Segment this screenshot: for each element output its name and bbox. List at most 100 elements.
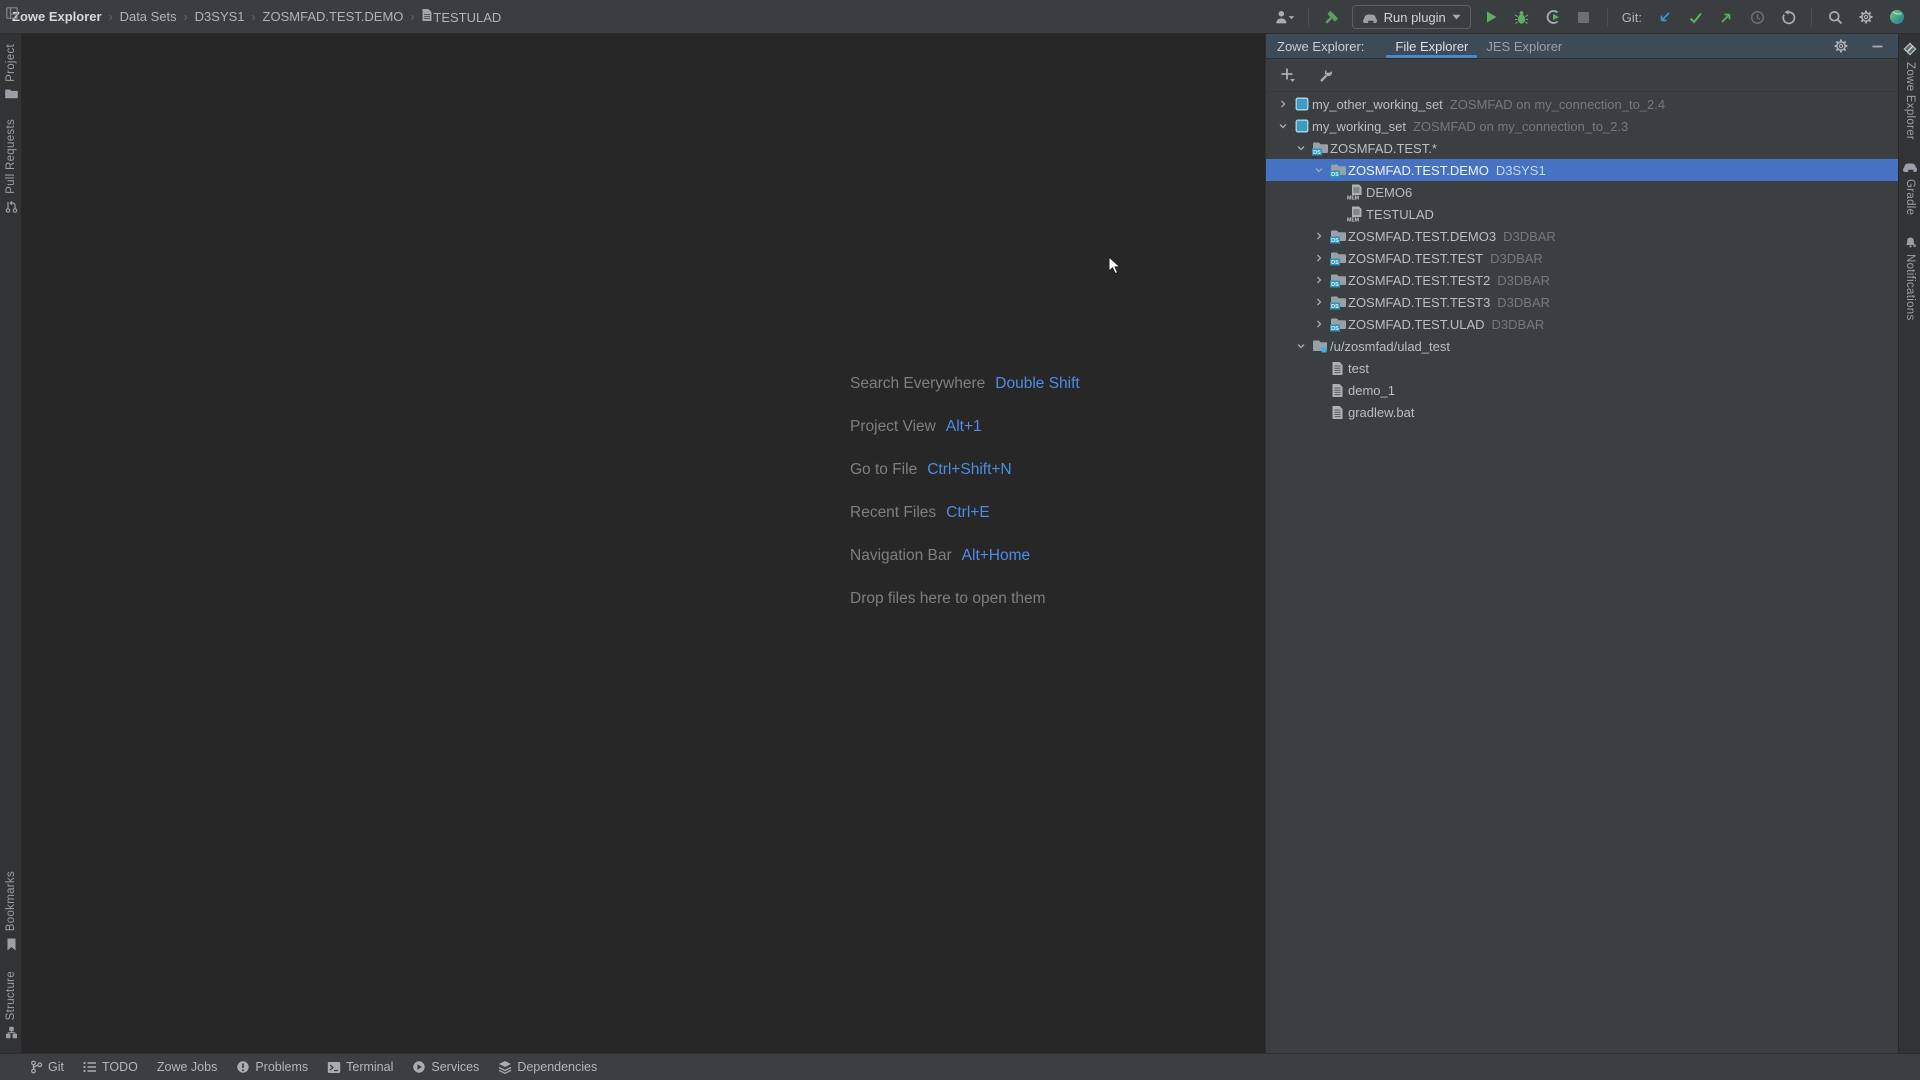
tree-expand-toggle[interactable] xyxy=(1310,230,1327,242)
tree-expand-toggle[interactable] xyxy=(1310,252,1327,264)
toolwindow-title: Zowe Explorer: xyxy=(1277,39,1364,54)
zowe-explorer-panel: Zowe Explorer: File ExplorerJES Explorer… xyxy=(1265,34,1898,1053)
tree-node-zosmfad.test.test[interactable]: DSZOSMFAD.TEST.TESTD3DBAR xyxy=(1266,247,1898,269)
tree-node-label: gradlew.bat xyxy=(1348,405,1415,420)
main-toolbar: Zowe Explorer›Data Sets›D3SYS1›ZOSMFAD.T… xyxy=(0,0,1920,34)
stripe-button-project[interactable]: Project xyxy=(5,44,18,99)
pull-request-icon xyxy=(5,200,18,213)
settings-button[interactable] xyxy=(1855,6,1877,28)
tree-expand-toggle[interactable] xyxy=(1274,98,1291,110)
tree-expand-toggle[interactable] xyxy=(1292,142,1309,154)
stripe-button-zowe-explorer[interactable]: Zowe Explorer xyxy=(1903,42,1917,140)
toolwindow-switcher-icon[interactable] xyxy=(6,7,18,19)
tree-node-label: DEMO6 xyxy=(1366,185,1412,200)
stripe-label: Bookmarks xyxy=(5,871,17,931)
svg-text:DS: DS xyxy=(1331,238,1339,244)
stop-button xyxy=(1573,6,1595,28)
breadcrumb-item[interactable]: Zowe Explorer xyxy=(12,9,102,24)
git-commit-button[interactable] xyxy=(1684,6,1706,28)
debug-button[interactable] xyxy=(1511,6,1533,28)
tree-expand-toggle[interactable] xyxy=(1310,164,1327,176)
svg-text:DS: DS xyxy=(1331,304,1339,310)
tree-node-zosmfad.test.demo[interactable]: DSZOSMFAD.TEST.DEMOD3SYS1 xyxy=(1266,159,1898,181)
editor-shortcut-hints: Search EverywhereDouble ShiftProject Vie… xyxy=(850,375,1080,633)
tree-node-label: my_working_set xyxy=(1312,119,1406,134)
ide-window: Zowe Explorer›Data Sets›D3SYS1›ZOSMFAD.T… xyxy=(0,0,1920,1080)
statusbar-terminal[interactable]: Terminal xyxy=(327,1060,393,1074)
toolwindow-header: Zowe Explorer: File ExplorerJES Explorer xyxy=(1266,34,1898,59)
tree-node-my_working_set[interactable]: my_working_set ZOSMFAD on my_connection_t… xyxy=(1266,115,1898,137)
tree-node-zosmfad.test.test2[interactable]: DSZOSMFAD.TEST.TEST2D3DBAR xyxy=(1266,269,1898,291)
statusbar-zowe-jobs[interactable]: Zowe Jobs xyxy=(157,1060,217,1074)
tree-expand-toggle[interactable] xyxy=(1310,296,1327,308)
user-account-button[interactable] xyxy=(1274,6,1296,28)
tree-node-zosmfad.test.demo3[interactable]: DSZOSMFAD.TEST.DEMO3D3DBAR xyxy=(1266,225,1898,247)
dataset-icon: DS xyxy=(1327,273,1348,288)
tab-file-explorer[interactable]: File Explorer xyxy=(1386,34,1477,58)
stripe-button-pull-requests[interactable]: Pull Requests xyxy=(5,119,18,213)
breadcrumb-item[interactable]: Data Sets xyxy=(120,9,177,24)
toolwindow-settings-icon[interactable] xyxy=(1830,35,1852,57)
tree-node-label: TESTULAD xyxy=(1366,207,1434,222)
tree-node-label: /u/zosmfad/ulad_test xyxy=(1330,339,1450,354)
toolwindow-hide-icon[interactable] xyxy=(1866,35,1888,57)
tree-node-zosmfad.test.test3[interactable]: DSZOSMFAD.TEST.TEST3D3DBAR xyxy=(1266,291,1898,313)
tree-node-/u/zosmfad/ulad_test[interactable]: /u/zosmfad/ulad_test xyxy=(1266,335,1898,357)
run-toolbar: Run pluginGit: xyxy=(1274,0,1908,34)
tree-node-my_other_working_set[interactable]: my_other_working_setZOSMFAD on my_connec… xyxy=(1266,93,1898,115)
tree-node-demo_1[interactable]: demo_1 xyxy=(1266,379,1898,401)
tree-expand-toggle[interactable] xyxy=(1310,318,1327,330)
breadcrumb-item[interactable]: D3SYS1 xyxy=(195,9,245,24)
member-icon: MEM xyxy=(1345,184,1366,200)
breadcrumb-item[interactable]: ZOSMFAD.TEST.DEMO xyxy=(263,9,404,24)
stripe-button-notifications[interactable]: Notifications xyxy=(1904,235,1917,321)
svg-text:DS: DS xyxy=(1331,282,1339,288)
statusbar-git[interactable]: Git xyxy=(30,1060,64,1074)
svg-text:DS: DS xyxy=(1331,260,1339,266)
statusbar-dependencies[interactable]: Dependencies xyxy=(498,1060,597,1074)
statusbar-todo[interactable]: TODO xyxy=(83,1060,138,1074)
tree-node-gradlew.bat[interactable]: gradlew.bat xyxy=(1266,401,1898,423)
stripe-label: Zowe Explorer xyxy=(1904,62,1916,140)
stripe-button-bookmarks[interactable]: Bookmarks xyxy=(5,871,17,950)
rollback-button[interactable] xyxy=(1777,6,1799,28)
tree-node-detail: ZOSMFAD on my_connection_to_2.3 xyxy=(1413,119,1628,134)
shortcut-hint: Search EverywhereDouble Shift xyxy=(850,375,1080,396)
statusbar-problems[interactable]: Problems xyxy=(236,1060,308,1074)
tree-node-zosmfad.test.ulad[interactable]: DSZOSMFAD.TEST.ULADD3DBAR xyxy=(1266,313,1898,335)
svg-text:DS: DS xyxy=(1331,326,1339,332)
code-with-me-button[interactable] xyxy=(1886,6,1908,28)
build-button[interactable] xyxy=(1321,6,1343,28)
stripe-label: Gradle xyxy=(1904,179,1916,215)
search-everywhere-button[interactable] xyxy=(1824,6,1846,28)
tab-jes-explorer[interactable]: JES Explorer xyxy=(1477,34,1571,58)
tree-node-label: ZOSMFAD.TEST.DEMO3 xyxy=(1348,229,1496,244)
statusbar-services[interactable]: Services xyxy=(412,1060,479,1074)
tree-node-label: ZOSMFAD.TEST.TEST xyxy=(1348,251,1483,266)
tree-node-zosmfad.test.*[interactable]: DSZOSMFAD.TEST.* xyxy=(1266,137,1898,159)
stripe-label: Structure xyxy=(5,971,17,1020)
tree-expand-toggle[interactable] xyxy=(1274,120,1291,132)
shortcut-hint: Recent FilesCtrl+E xyxy=(850,504,1080,525)
run-button[interactable] xyxy=(1480,6,1502,28)
tree-expand-toggle[interactable] xyxy=(1310,274,1327,286)
problems-icon xyxy=(236,1060,250,1074)
tree-node-label: ZOSMFAD.TEST.TEST3 xyxy=(1348,295,1490,310)
run-configuration-select[interactable]: Run plugin xyxy=(1352,5,1471,29)
coverage-button[interactable] xyxy=(1542,6,1564,28)
tree-node-detail: D3DBAR xyxy=(1497,273,1550,288)
tree-node-demo6[interactable]: MEMDEMO6 xyxy=(1266,181,1898,203)
stripe-button-gradle[interactable]: Gradle xyxy=(1902,160,1918,215)
dependencies-icon xyxy=(498,1060,512,1074)
tree-node-label: test xyxy=(1348,361,1369,376)
git-update-button[interactable] xyxy=(1653,6,1675,28)
git-push-button[interactable] xyxy=(1715,6,1737,28)
stripe-button-structure[interactable]: Structure xyxy=(5,971,18,1039)
explorer-settings-button[interactable] xyxy=(1314,64,1336,86)
tree-node-test[interactable]: test xyxy=(1266,357,1898,379)
dataset-icon: DS xyxy=(1327,251,1348,266)
tree-node-testulad[interactable]: MEMTESTULAD xyxy=(1266,203,1898,225)
breadcrumb-item[interactable]: TESTULAD xyxy=(421,8,501,25)
tree-expand-toggle[interactable] xyxy=(1292,340,1309,352)
add-working-set-button[interactable] xyxy=(1277,64,1299,86)
